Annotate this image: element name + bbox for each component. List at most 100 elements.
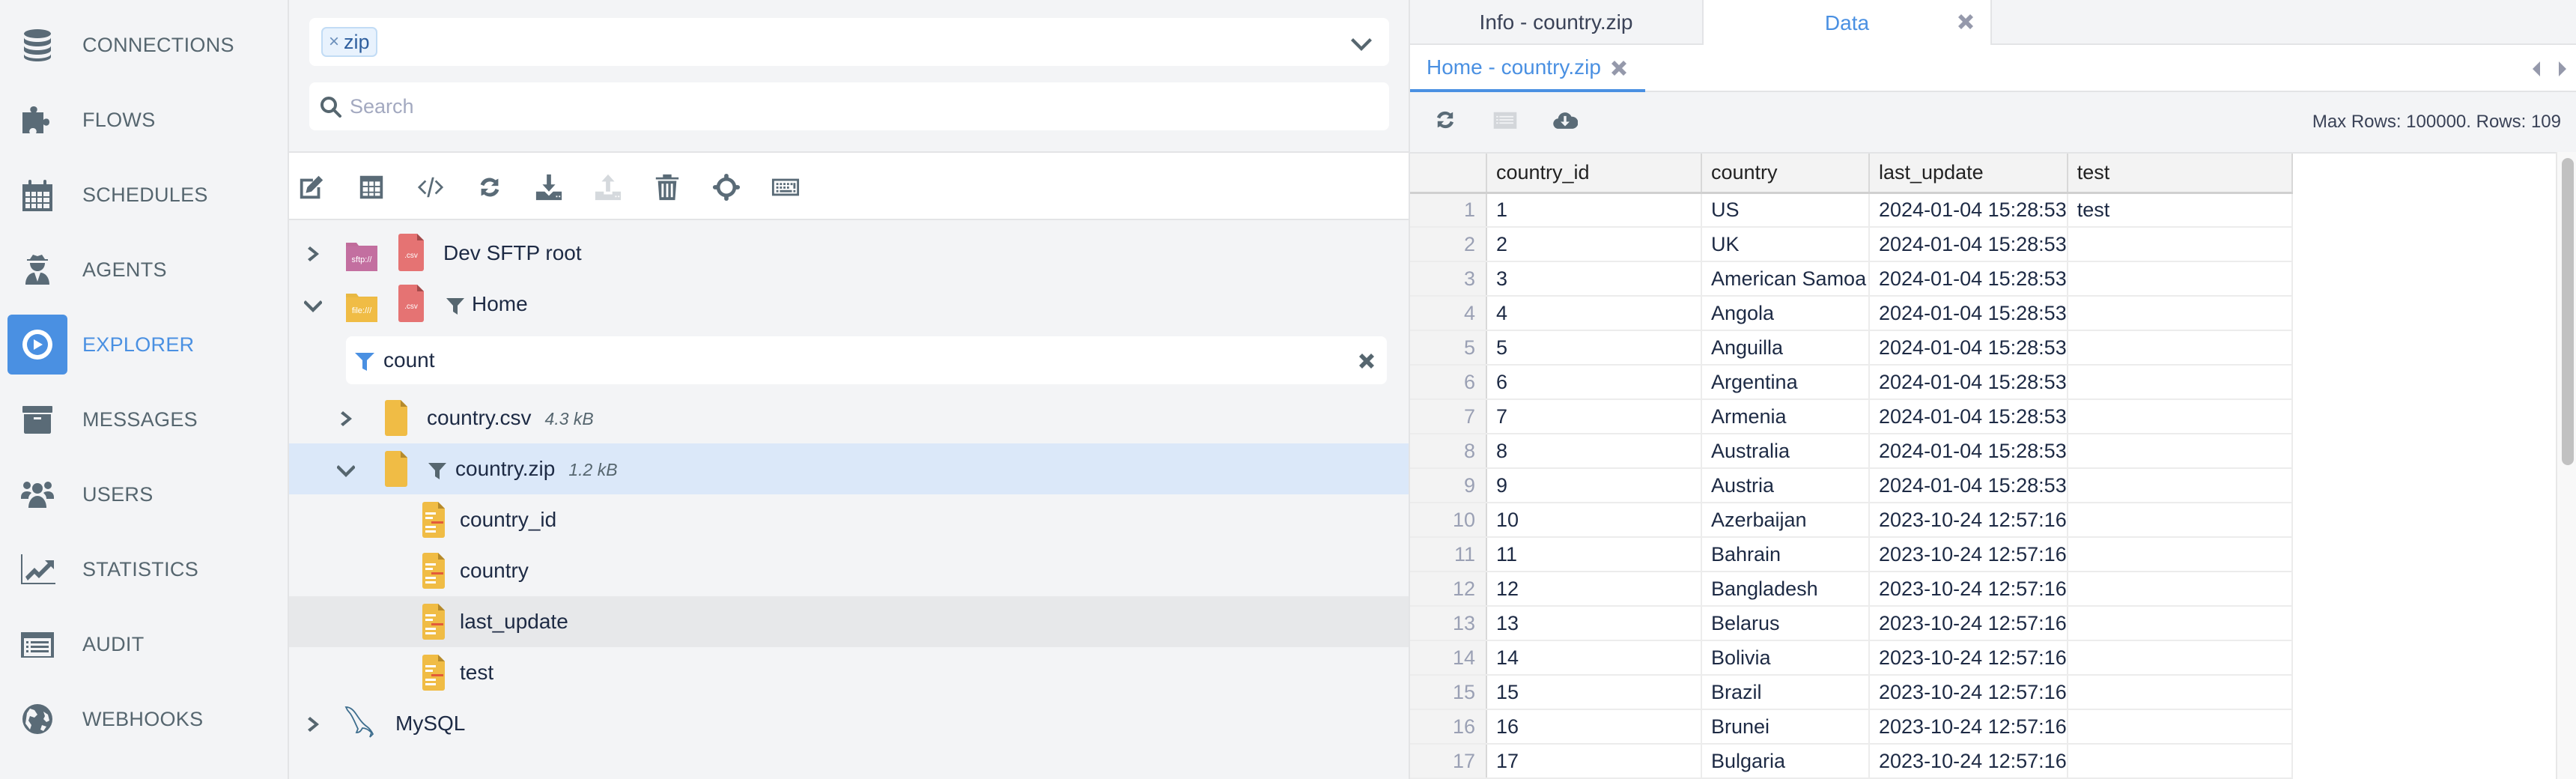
table-cell[interactable]: 2024-01-04 15:28:53	[1869, 296, 2068, 331]
table-row[interactable]: 8 8 Australia 2024-01-04 15:28:53	[1410, 434, 2293, 469]
table-cell[interactable]: 2024-01-04 15:28:53	[1869, 365, 2068, 400]
chevron-down-icon[interactable]	[303, 295, 323, 313]
table-cell[interactable]: 2023-10-24 12:57:16	[1869, 572, 2068, 607]
table-cell[interactable]	[2067, 399, 2293, 434]
table-cell[interactable]: Armenia	[1701, 399, 1870, 434]
tree-node-field[interactable]: country_id	[289, 494, 1409, 545]
chevron-down-icon[interactable]	[336, 460, 356, 478]
table-cell[interactable]	[2067, 227, 2293, 262]
column-header[interactable]: test	[2067, 154, 2293, 194]
table-cell[interactable]: 5	[1486, 330, 1702, 366]
table-cell[interactable]	[2067, 468, 2293, 503]
sidebar-item-schedules[interactable]: SCHEDULES	[0, 157, 288, 232]
sidebar-item-flows[interactable]: FLOWS	[0, 82, 288, 157]
tab-home-country-zip[interactable]: Home - country.zip	[1410, 45, 1645, 92]
table-row[interactable]: 6 6 Argentina 2024-01-04 15:28:53	[1410, 365, 2293, 400]
table-cell[interactable]: Bolivia	[1701, 640, 1870, 676]
column-header[interactable]: last_update	[1869, 154, 2068, 194]
sidebar-item-statistics[interactable]: STATISTICS	[0, 532, 288, 607]
table-cell[interactable]	[2067, 503, 2293, 538]
sidebar-item-audit[interactable]: AUDIT	[0, 607, 288, 682]
table-cell[interactable]	[2067, 261, 2293, 297]
sidebar-item-connections[interactable]: CONNECTIONS	[0, 7, 288, 82]
table-cell[interactable]: Anguilla	[1701, 330, 1870, 366]
table-button[interactable]	[356, 172, 386, 202]
sidebar-item-agents[interactable]: AGENTS	[0, 232, 288, 307]
table-cell[interactable]: 2023-10-24 12:57:16	[1869, 675, 2068, 710]
tabs-scroll-right-icon[interactable]	[2556, 61, 2568, 76]
table-cell[interactable]	[2067, 709, 2293, 745]
tag-filter-select[interactable]: × zip	[309, 18, 1389, 66]
table-cell[interactable]: 1	[1486, 193, 1702, 228]
table-cell[interactable]: 2024-01-04 15:28:53	[1869, 193, 2068, 228]
table-row[interactable]: 4 4 Angola 2024-01-04 15:28:53	[1410, 296, 2293, 331]
tree-node-field[interactable]: last_update	[289, 596, 1409, 647]
table-cell[interactable]: 11	[1486, 537, 1702, 572]
table-cell[interactable]: 2023-10-24 12:57:16	[1869, 606, 2068, 641]
table-cell[interactable]	[2067, 537, 2293, 572]
table-cell[interactable]	[2067, 744, 2293, 779]
code-button[interactable]	[416, 172, 446, 202]
table-cell[interactable]: Brunei	[1701, 709, 1870, 745]
table-cell[interactable]: 3	[1486, 261, 1702, 297]
tree-node-home[interactable]: file:/// .csv Home	[289, 279, 1409, 330]
table-cell[interactable]: test	[2067, 193, 2293, 228]
table-cell[interactable]: UK	[1701, 227, 1870, 262]
table-cell[interactable]	[2067, 640, 2293, 676]
table-cell[interactable]: 2023-10-24 12:57:16	[1869, 503, 2068, 538]
table-cell[interactable]: 17	[1486, 744, 1702, 779]
tree-node-field[interactable]: test	[289, 647, 1409, 698]
remove-tag-icon[interactable]: ×	[329, 31, 339, 52]
locate-button[interactable]	[711, 172, 741, 202]
tree-node-mysql[interactable]: MySQL	[289, 698, 1409, 749]
table-cell[interactable]: Austria	[1701, 468, 1870, 503]
table-cell[interactable]: 14	[1486, 640, 1702, 676]
tree-node-dev-sftp-root[interactable]: sftp:// .csv Dev SFTP root	[289, 228, 1409, 279]
chevron-down-icon[interactable]	[1350, 31, 1373, 54]
tab-info[interactable]: Info - country.zip	[1410, 0, 1702, 45]
table-cell[interactable]	[2067, 330, 2293, 366]
edit-button[interactable]	[297, 172, 326, 202]
download-button[interactable]	[534, 172, 564, 202]
table-cell[interactable]: Brazil	[1701, 675, 1870, 710]
table-cell[interactable]: 2024-01-04 15:28:53	[1869, 468, 2068, 503]
table-row[interactable]: 13 13 Belarus 2023-10-24 12:57:16	[1410, 606, 2293, 641]
column-header[interactable]: country	[1701, 154, 1870, 194]
scrollbar-thumb[interactable]	[2562, 158, 2574, 465]
table-row[interactable]: 17 17 Bulgaria 2023-10-24 12:57:16	[1410, 744, 2293, 779]
tabs-scroll-left-icon[interactable]	[2531, 61, 2543, 76]
tab-data[interactable]: Data	[1702, 0, 1992, 46]
list-view-button[interactable]	[1492, 107, 1519, 134]
sidebar-item-users[interactable]: USERS	[0, 457, 288, 532]
table-cell[interactable]: 6	[1486, 365, 1702, 400]
table-cell[interactable]: Angola	[1701, 296, 1870, 331]
table-row[interactable]: 7 7 Armenia 2024-01-04 15:28:53	[1410, 399, 2293, 434]
table-cell[interactable]: 2024-01-04 15:28:53	[1869, 227, 2068, 262]
sidebar-item-explorer[interactable]: EXPLORER	[0, 307, 288, 382]
table-row[interactable]: 12 12 Bangladesh 2023-10-24 12:57:16	[1410, 572, 2293, 607]
table-row[interactable]: 3 3 American Samoa 2024-01-04 15:28:53	[1410, 261, 2293, 297]
table-row[interactable]: 9 9 Austria 2024-01-04 15:28:53	[1410, 468, 2293, 503]
table-cell[interactable]: 2023-10-24 12:57:16	[1869, 744, 2068, 779]
table-cell[interactable]: Belarus	[1701, 606, 1870, 641]
table-cell[interactable]: 13	[1486, 606, 1702, 641]
table-row[interactable]: 1 1 US 2024-01-04 15:28:53 test	[1410, 193, 2293, 228]
table-cell[interactable]: 10	[1486, 503, 1702, 538]
table-cell[interactable]: 2023-10-24 12:57:16	[1869, 709, 2068, 745]
table-cell[interactable]: 16	[1486, 709, 1702, 745]
table-cell[interactable]: Azerbaijan	[1701, 503, 1870, 538]
tree-filter-input[interactable]	[383, 336, 1327, 384]
refresh-data-button[interactable]	[1433, 107, 1459, 134]
table-cell[interactable]	[2067, 296, 2293, 331]
table-cell[interactable]: 2024-01-04 15:28:53	[1869, 399, 2068, 434]
table-cell[interactable]	[2067, 365, 2293, 400]
table-cell[interactable]: 2024-01-04 15:28:53	[1869, 434, 2068, 469]
table-cell[interactable]: Bangladesh	[1701, 572, 1870, 607]
table-cell[interactable]: 2023-10-24 12:57:16	[1869, 537, 2068, 572]
chevron-right-icon[interactable]	[338, 409, 356, 427]
upload-button[interactable]	[593, 172, 623, 202]
tree-node-country-csv[interactable]: country.csv 4.3 kB	[289, 392, 1409, 443]
table-cell[interactable]	[2067, 675, 2293, 710]
table-row[interactable]: 2 2 UK 2024-01-04 15:28:53	[1410, 227, 2293, 262]
table-cell[interactable]: 4	[1486, 296, 1702, 331]
